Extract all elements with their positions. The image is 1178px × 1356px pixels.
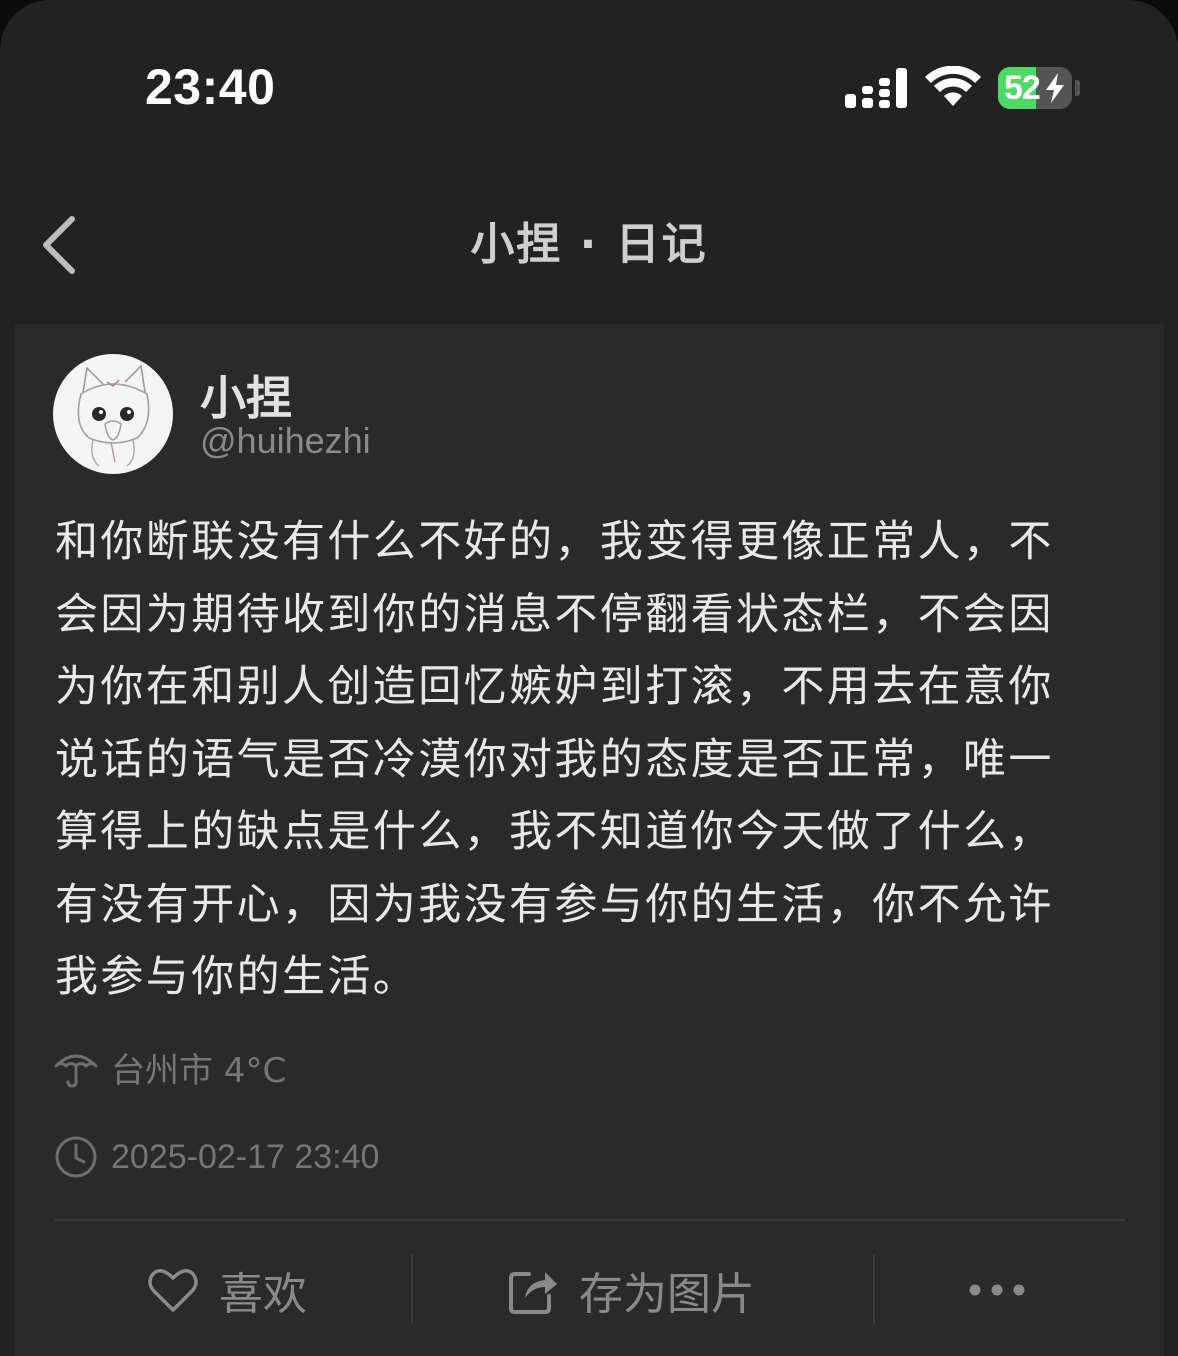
location-row: 台州市 4°C bbox=[53, 1042, 286, 1092]
like-button[interactable]: 喜欢 bbox=[145, 1254, 307, 1326]
phone-screen: 23:40 52 小捏 · 日记 小捏 @huihezhi 和你断联没有什么不好… bbox=[0, 0, 1178, 1356]
action-bar: 喜欢 存为图片 bbox=[15, 1254, 1164, 1344]
share-icon bbox=[509, 1272, 557, 1314]
nav-bar: 小捏 · 日记 bbox=[0, 175, 1178, 315]
save-image-button[interactable]: 存为图片 bbox=[505, 1254, 755, 1326]
diary-content: 和你断联没有什么不好的，我变得更像正常人，不会因为期待收到你的消息不停翻看状态栏… bbox=[55, 517, 1054, 1002]
status-bar: 23:40 52 bbox=[0, 0, 1178, 175]
status-time: 23:40 bbox=[145, 59, 276, 115]
umbrella-icon bbox=[54, 1054, 98, 1088]
battery-indicator: 52 bbox=[998, 67, 1072, 109]
bolt-icon bbox=[1046, 73, 1064, 103]
user-name[interactable]: 小捏 bbox=[200, 362, 292, 428]
location-text: 台州市 4°C bbox=[111, 1050, 287, 1091]
like-label: 喜欢 bbox=[219, 1269, 307, 1320]
page-title: 小捏 · 日记 bbox=[470, 219, 708, 270]
diary-card: 小捏 @huihezhi 和你断联没有什么不好的，我变得更像正常人，不会因为期待… bbox=[15, 324, 1164, 1356]
heart-icon bbox=[148, 1269, 198, 1312]
datetime-text: 2025-02-17 23:40 bbox=[111, 1137, 380, 1176]
avatar[interactable] bbox=[53, 354, 173, 474]
datetime-row: 2025-02-17 23:40 bbox=[53, 1132, 379, 1182]
battery-cap bbox=[1075, 80, 1080, 96]
action-separator bbox=[411, 1254, 413, 1324]
clock-icon bbox=[55, 1136, 97, 1178]
action-separator bbox=[873, 1254, 875, 1324]
wifi-icon bbox=[925, 66, 981, 106]
avatar-cat-drawing bbox=[77, 364, 150, 467]
user-handle: @huihezhi bbox=[200, 420, 371, 461]
more-button[interactable] bbox=[965, 1254, 1029, 1326]
divider bbox=[55, 1219, 1125, 1221]
chevron-left-icon[interactable] bbox=[38, 213, 82, 277]
signal-bars-icon bbox=[845, 68, 907, 108]
more-icon bbox=[969, 1284, 1025, 1296]
save-image-label: 存为图片 bbox=[579, 1269, 755, 1320]
